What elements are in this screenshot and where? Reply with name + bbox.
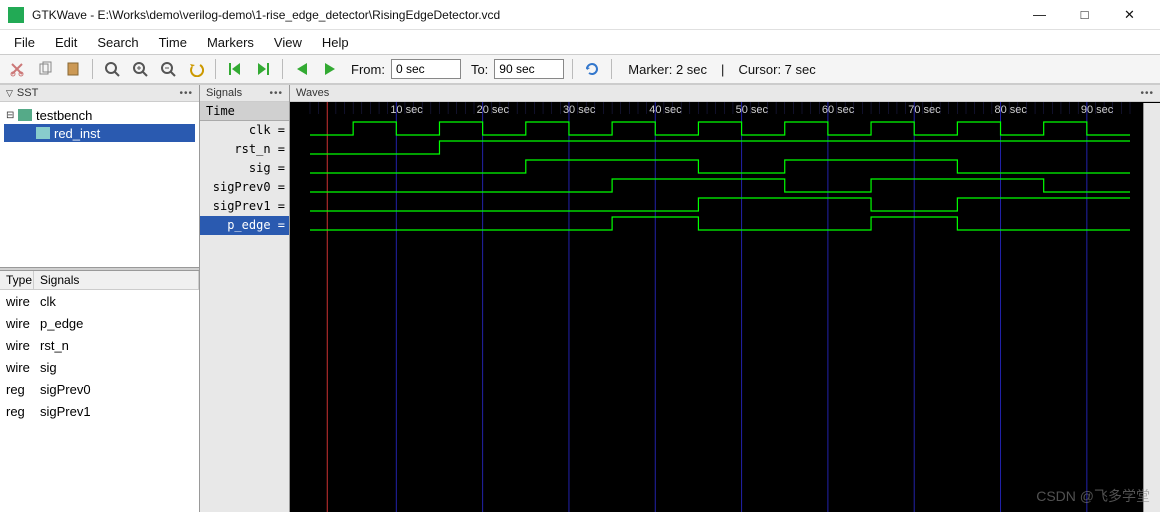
svg-text:60 sec: 60 sec [822,104,855,116]
menu-view[interactable]: View [264,33,312,52]
sst-header: ▽ SST ••• [0,85,199,102]
go-end-icon[interactable] [252,58,274,80]
to-input[interactable] [494,59,564,79]
menu-time[interactable]: Time [149,33,197,52]
wave-scrollbar[interactable] [1143,103,1160,512]
signals-menu-icon[interactable]: ••• [269,88,283,99]
svg-text:30 sec: 30 sec [563,104,596,116]
module-icon [18,109,32,121]
svg-text:70 sec: 70 sec [908,104,941,116]
zoom-fit-icon[interactable] [101,58,123,80]
siglist-row[interactable]: wiresig [0,356,199,378]
paste-icon[interactable] [62,58,84,80]
signal-name[interactable]: sig = [200,159,289,178]
prev-edge-icon[interactable] [291,58,313,80]
from-input[interactable] [391,59,461,79]
menu-help[interactable]: Help [312,33,359,52]
copy-icon[interactable] [34,58,56,80]
siglist-row[interactable]: wirep_edge [0,312,199,334]
sst-expand-icon[interactable]: ▽ [6,88,13,99]
siglist-row[interactable]: regsigPrev0 [0,378,199,400]
to-label: To: [471,62,488,77]
undo-zoom-icon[interactable] [185,58,207,80]
next-edge-icon[interactable] [319,58,341,80]
marker-status: Marker: 2 sec [628,62,707,77]
svg-text:90 sec: 90 sec [1081,104,1114,116]
reload-icon[interactable] [581,58,603,80]
maximize-button[interactable]: □ [1062,0,1107,30]
close-button[interactable]: ✕ [1107,0,1152,30]
status-sep: | [721,62,724,77]
waves-header: Waves ••• [290,85,1160,102]
menu-search[interactable]: Search [87,33,148,52]
svg-text:20 sec: 20 sec [477,104,510,116]
app-icon [8,7,24,23]
zoom-out-icon[interactable] [157,58,179,80]
siglist-row[interactable]: wireclk [0,290,199,312]
module-icon [36,127,50,139]
go-start-icon[interactable] [224,58,246,80]
menu-edit[interactable]: Edit [45,33,87,52]
minimize-button[interactable]: — [1017,0,1062,30]
cut-icon[interactable] [6,58,28,80]
zoom-in-icon[interactable] [129,58,151,80]
from-label: From: [351,62,385,77]
tree-testbench[interactable]: ⊟ testbench [4,106,195,124]
menu-markers[interactable]: Markers [197,33,264,52]
col-type[interactable]: Type [0,271,34,289]
sst-menu-icon[interactable]: ••• [179,88,193,99]
signals-header: Signals ••• [200,85,289,102]
tree-collapse-icon[interactable]: ⊟ [6,110,18,121]
menu-file[interactable]: File [4,33,45,52]
signal-list[interactable]: Type Signals wireclkwirep_edgewirerst_nw… [0,271,199,512]
signal-name[interactable]: sigPrev1 = [200,197,289,216]
toolbar: From: To: Marker: 2 sec | Cursor: 7 sec [0,54,1160,84]
time-label: Time [200,102,289,121]
svg-text:10 sec: 10 sec [390,104,423,116]
svg-text:80 sec: 80 sec [995,104,1028,116]
svg-text:50 sec: 50 sec [736,104,769,116]
watermark: CSDN @飞多学堂 [1036,486,1150,506]
waveform-view[interactable]: 10 sec 20 sec 30 sec 40 sec 50 sec 60 sec 70 s… [290,102,1160,512]
svg-text:40 sec: 40 sec [649,104,682,116]
signal-name[interactable]: rst_n = [200,140,289,159]
waves-menu-icon[interactable]: ••• [1140,88,1154,99]
signal-name[interactable]: p_edge = [200,216,289,235]
signal-name[interactable]: sigPrev0 = [200,178,289,197]
sst-tree[interactable]: ⊟ testbench red_inst [0,102,199,267]
col-signals[interactable]: Signals [34,271,199,289]
signal-name[interactable]: clk = [200,121,289,140]
window-title: GTKWave - E:\Works\demo\verilog-demo\1-r… [32,8,1017,22]
siglist-row[interactable]: regsigPrev1 [0,400,199,422]
siglist-row[interactable]: wirerst_n [0,334,199,356]
cursor-status: Cursor: 7 sec [738,62,815,77]
tree-red-inst[interactable]: red_inst [4,124,195,142]
title-bar: GTKWave - E:\Works\demo\verilog-demo\1-r… [0,0,1160,30]
menu-bar: File Edit Search Time Markers View Help [0,30,1160,54]
